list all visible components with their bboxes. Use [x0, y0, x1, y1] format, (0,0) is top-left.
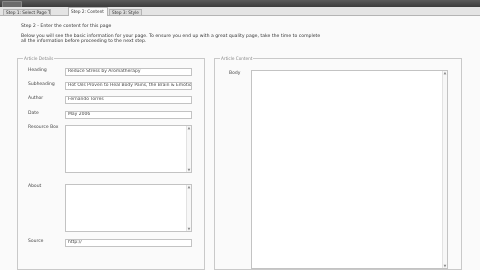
window-titlebar [0, 0, 480, 8]
heading-field[interactable]: Reduce Stress by Aromatherapy [65, 68, 192, 76]
instructions-line-2: all the information before proceeding to… [21, 39, 147, 44]
subheading-label: Subheading [28, 82, 55, 87]
source-field[interactable]: http:// [65, 239, 192, 247]
scroll-down-icon[interactable]: ▼ [443, 264, 447, 268]
tab-select-page-type[interactable]: Step 1: Select Page Type [3, 9, 51, 15]
source-label: Source [28, 239, 44, 244]
step-content-panel: Step 2 - Enter the content for this page… [0, 16, 480, 270]
about-label: About [28, 184, 42, 189]
scroll-up-icon[interactable]: ▲ [187, 185, 191, 189]
tab-content[interactable]: Step 2: Content [68, 7, 108, 16]
subheading-field[interactable]: Hot Oils Proven to Heal Body Pains, the … [65, 82, 192, 90]
author-label: Author [28, 96, 44, 101]
date-label: Date [28, 111, 39, 116]
scroll-down-icon[interactable]: ▼ [187, 227, 191, 231]
article-content-legend: Article Content [220, 56, 254, 61]
resource-box-scrollbar[interactable]: ▲ ▼ [186, 126, 191, 172]
tab-strip: Step 1: Select Page Type Step 2: Content… [0, 7, 480, 16]
date-field[interactable]: May 2006 [65, 111, 192, 119]
article-content-group: Article Content Body ▲ ▼ [214, 56, 462, 270]
heading-label: Heading [28, 68, 47, 73]
scroll-down-icon[interactable]: ▼ [187, 168, 191, 172]
author-field[interactable]: Fernando Torres [65, 96, 192, 104]
scroll-up-icon[interactable]: ▲ [187, 126, 191, 130]
body-scrollbar[interactable]: ▲ ▼ [442, 71, 447, 268]
article-details-group: Article Details Heading Reduce Stress by… [17, 56, 205, 270]
resource-box-textarea[interactable]: ▲ ▼ [65, 125, 192, 173]
about-textarea[interactable]: ▲ ▼ [65, 184, 192, 232]
step-title: Step 2 - Enter the content for this page [21, 24, 112, 29]
article-details-legend: Article Details [23, 56, 55, 61]
scroll-up-icon[interactable]: ▲ [443, 71, 447, 75]
body-label: Body [229, 71, 241, 76]
tab-style[interactable]: Step 3: Style [109, 9, 142, 15]
about-scrollbar[interactable]: ▲ ▼ [186, 185, 191, 231]
resource-box-label: Resource Box [28, 125, 59, 130]
body-textarea[interactable]: ▲ ▼ [251, 70, 448, 269]
